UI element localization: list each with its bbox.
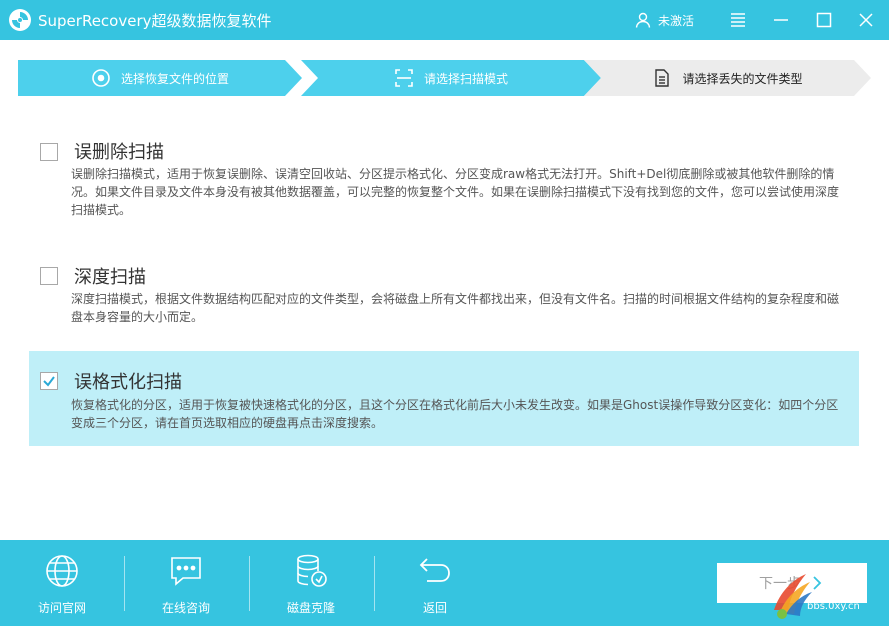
scan-frame-icon bbox=[395, 69, 413, 87]
maximize-button[interactable] bbox=[810, 6, 838, 34]
minimize-icon bbox=[774, 19, 788, 21]
scan-option-format[interactable]: 误格式化扫描 恢复格式化的分区，适用于恢复被快速格式化的分区，且这个分区在格式化… bbox=[29, 351, 859, 446]
step-label: 请选择丢失的文件类型 bbox=[682, 71, 803, 86]
maximize-icon bbox=[816, 12, 832, 28]
disk-clone-icon bbox=[297, 554, 327, 587]
tool-label: 磁盘克隆 bbox=[286, 601, 335, 615]
tool-label: 返回 bbox=[422, 601, 447, 615]
menu-icon bbox=[731, 13, 745, 27]
step-label: 选择恢复文件的位置 bbox=[120, 71, 229, 86]
document-icon bbox=[655, 69, 670, 87]
step-select-location[interactable]: 选择恢复文件的位置 bbox=[18, 60, 302, 96]
option-title: 误格式化扫描 bbox=[74, 372, 182, 393]
globe-icon bbox=[46, 555, 78, 587]
title-bar: SuperRecovery超级数据恢复软件 未激活 bbox=[0, 0, 889, 40]
back-button[interactable]: 返回 bbox=[373, 540, 497, 626]
scan-option-deleted[interactable]: 误删除扫描 误删除扫描模式，适用于恢复误删除、误清空回收站、分区提示格式化、分区… bbox=[29, 134, 859, 224]
activation-status: 未激活 bbox=[658, 13, 695, 28]
step-select-scan-mode[interactable]: 请选择扫描模式 bbox=[301, 60, 601, 96]
close-icon bbox=[859, 13, 873, 27]
scan-option-deep[interactable]: 深度扫描 深度扫描模式，根据文件数据结构匹配对应的文件类型，会将磁盘上所有文件都… bbox=[29, 258, 859, 334]
option-description: 误删除扫描模式，适用于恢复误删除、误清空回收站、分区提示格式化、分区变成raw格… bbox=[71, 167, 840, 217]
option-title: 深度扫描 bbox=[74, 267, 146, 288]
visit-website-button[interactable]: 访问官网 bbox=[0, 540, 124, 626]
user-account[interactable]: 未激活 bbox=[634, 9, 694, 31]
disk-clone-button[interactable]: 磁盘克隆 bbox=[249, 540, 373, 626]
checkbox-deleted-scan[interactable] bbox=[40, 143, 58, 161]
watermark-text: bbs.0xy.cn bbox=[807, 601, 860, 612]
checkmark-icon bbox=[43, 376, 55, 387]
option-description: 恢复格式化的分区，适用于恢复被快速格式化的分区，且这个分区在格式化前后大小未发生… bbox=[71, 398, 839, 430]
return-arrow-icon bbox=[419, 558, 450, 582]
app-title: SuperRecovery超级数据恢复软件 bbox=[38, 12, 272, 30]
minimize-button[interactable] bbox=[767, 6, 795, 34]
wizard-steps: 选择恢复文件的位置 请选择扫描模式 请选择丢失的文件类型 bbox=[18, 60, 871, 96]
step-label: 请选择扫描模式 bbox=[423, 71, 508, 86]
checkbox-deep-scan[interactable] bbox=[40, 267, 58, 285]
watermark-logo bbox=[774, 574, 812, 619]
disc-icon bbox=[92, 69, 110, 87]
step-select-file-type[interactable]: 请选择丢失的文件类型 bbox=[584, 60, 871, 96]
tool-label: 访问官网 bbox=[37, 601, 86, 615]
user-icon bbox=[635, 12, 651, 28]
close-button[interactable] bbox=[852, 6, 880, 34]
app-logo-icon bbox=[9, 9, 31, 31]
chat-icon bbox=[171, 557, 201, 586]
option-title: 误删除扫描 bbox=[74, 142, 164, 163]
tool-label: 在线咨询 bbox=[161, 601, 210, 615]
online-chat-button[interactable]: 在线咨询 bbox=[124, 540, 248, 626]
menu-button[interactable] bbox=[724, 6, 752, 34]
option-description: 深度扫描模式，根据文件数据结构匹配对应的文件类型，会将磁盘上所有文件都找出来，但… bbox=[71, 292, 840, 324]
checkbox-format-scan[interactable] bbox=[40, 372, 58, 390]
